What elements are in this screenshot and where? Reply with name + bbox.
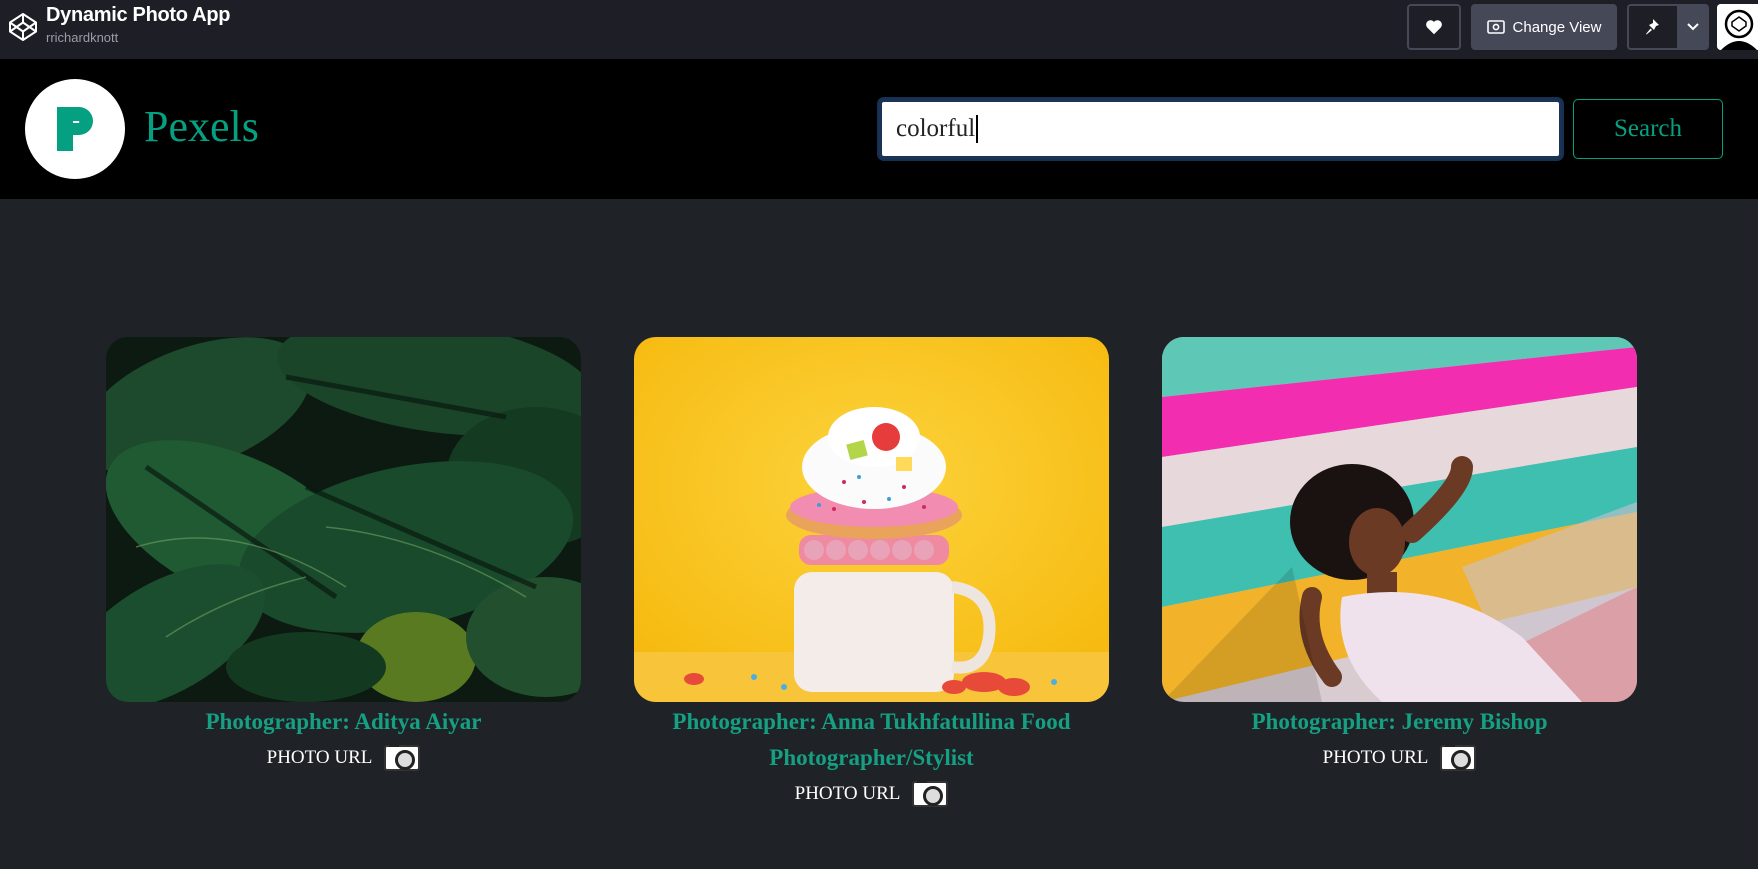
photo-monstera[interactable] xyxy=(106,337,581,702)
photographer-name: Photographer: Aditya Aiyar xyxy=(205,709,482,734)
change-view-label: Change View xyxy=(1512,18,1602,36)
chevron-down-icon xyxy=(1687,23,1699,31)
photographer-name: Photographer: Anna Tukhfatullina Food Ph… xyxy=(672,709,1071,770)
view-icon xyxy=(1486,20,1505,34)
love-button[interactable] xyxy=(1407,4,1461,50)
photo-url-label: PHOTO URL xyxy=(794,783,901,804)
user-avatar[interactable] xyxy=(1717,4,1758,50)
camera-icon[interactable] xyxy=(384,741,421,771)
brand-name: Pexels xyxy=(144,102,259,151)
photo-url-label: PHOTO URL xyxy=(266,747,373,768)
photographer-name: Photographer: Jeremy Bishop xyxy=(1251,709,1548,734)
codepen-logo-icon[interactable] xyxy=(7,11,39,43)
heart-icon xyxy=(1426,20,1442,35)
pin-button[interactable] xyxy=(1627,4,1677,50)
camera-icon[interactable] xyxy=(912,777,949,807)
photo-card: Photographer: Aditya Aiyar PHOTO URL xyxy=(106,337,581,776)
photo-card: Photographer: Jeremy Bishop PHOTO URL xyxy=(1162,337,1637,776)
monstera-image xyxy=(106,337,581,702)
pexels-logo-icon xyxy=(57,107,93,151)
photo-url-label: PHOTO URL xyxy=(1322,747,1429,768)
colorful-floor-image xyxy=(1162,337,1637,702)
photo-gallery: Photographer: Aditya Aiyar PHOTO URL Pho… xyxy=(0,199,1758,869)
pin-icon xyxy=(1646,19,1659,35)
search-input[interactable]: colorful xyxy=(879,99,1562,159)
freakshake-image xyxy=(634,337,1109,702)
text-cursor xyxy=(976,115,978,143)
app-header: Pexels colorful Search xyxy=(0,59,1758,199)
photo-card: Photographer: Anna Tukhfatullina Food Ph… xyxy=(634,337,1109,812)
codepen-top-bar: Dynamic Photo App rrichardknott Change V… xyxy=(0,0,1758,59)
photo-url-link[interactable]: PHOTO URL xyxy=(106,740,581,776)
camera-icon[interactable] xyxy=(1440,741,1477,771)
pen-title[interactable]: Dynamic Photo App xyxy=(46,4,230,27)
photo-url-link[interactable]: PHOTO URL xyxy=(1162,740,1637,776)
photo-freakshake[interactable] xyxy=(634,337,1109,702)
change-view-button[interactable]: Change View xyxy=(1471,4,1617,50)
pen-author[interactable]: rrichardknott xyxy=(46,30,118,45)
photo-url-link[interactable]: PHOTO URL xyxy=(634,776,1109,812)
pin-dropdown-button[interactable] xyxy=(1677,4,1709,50)
search-button[interactable]: Search xyxy=(1573,99,1723,159)
photo-colorful-floor[interactable] xyxy=(1162,337,1637,702)
pexels-logo[interactable] xyxy=(25,79,125,179)
avatar-icon xyxy=(1717,4,1758,50)
search-input-value: colorful xyxy=(896,115,976,142)
